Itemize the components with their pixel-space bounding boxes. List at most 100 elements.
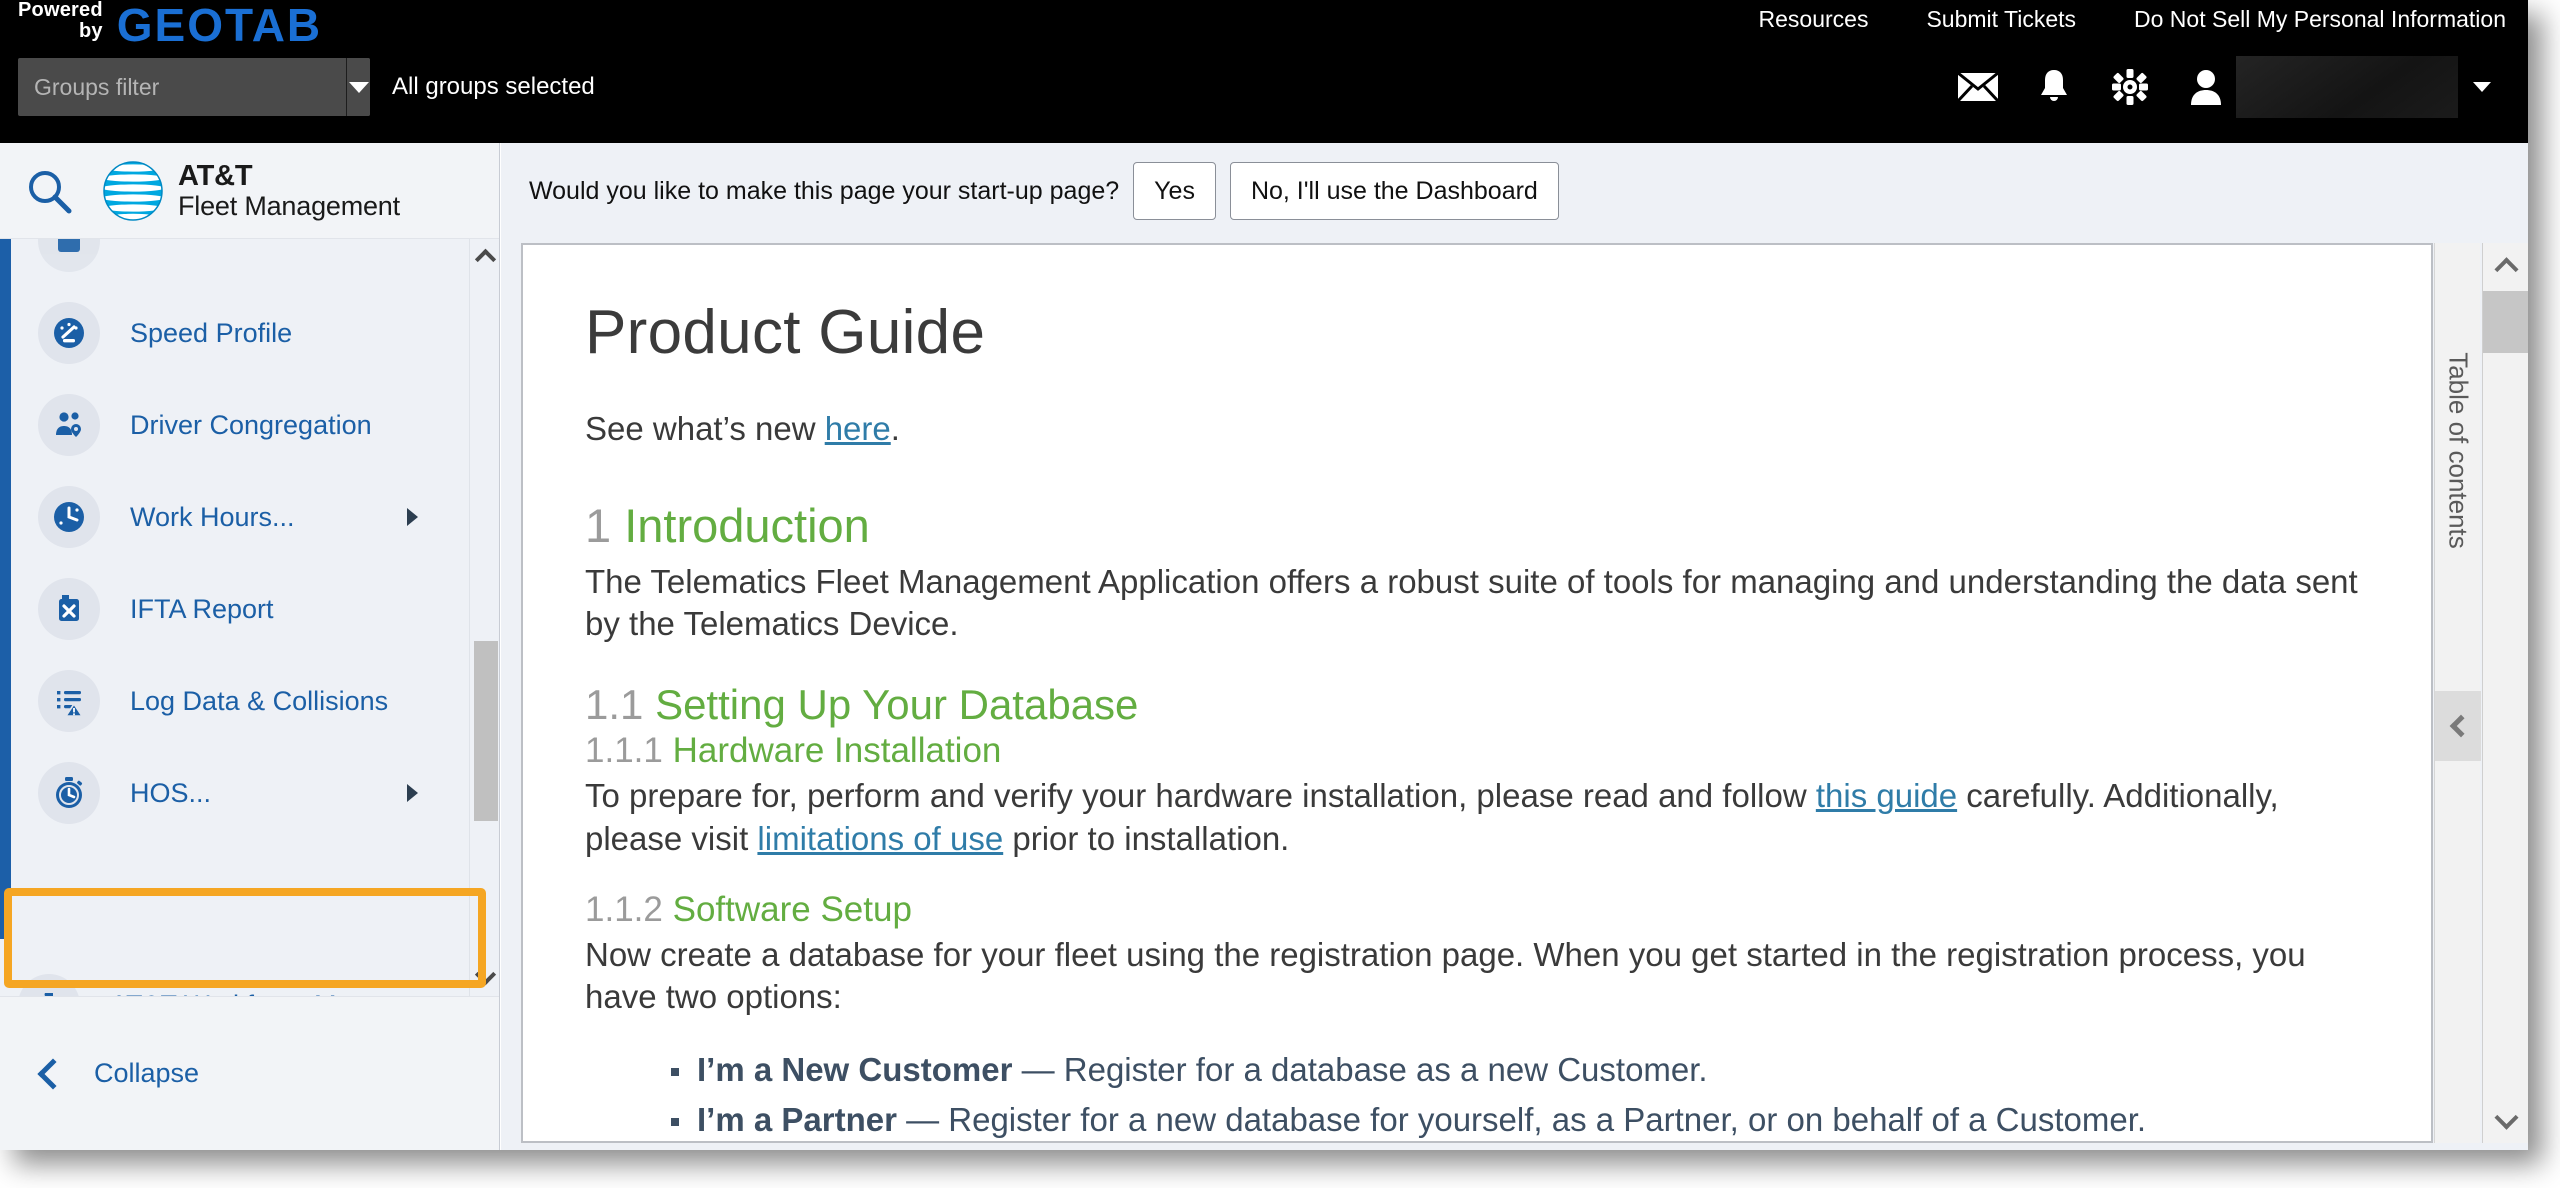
table-of-contents-rail[interactable]: Table of contents xyxy=(2434,243,2481,1143)
section-title: Hardware Installation xyxy=(672,731,1002,771)
link-resources[interactable]: Resources xyxy=(1759,6,1869,33)
sidebar-scrollbar-thumb[interactable] xyxy=(474,641,498,821)
geotab-wordmark: GEOTAB xyxy=(116,0,323,51)
section-heading-1: 1 Introduction xyxy=(585,498,2361,553)
submenu-arrow-icon xyxy=(407,784,418,802)
list-item: I’m a New Customer — Register for a data… xyxy=(671,1048,2361,1092)
att-logo-text: AT&T Fleet Management xyxy=(178,161,400,220)
mail-icon[interactable] xyxy=(1940,56,2016,118)
section-title: Introduction xyxy=(624,499,870,552)
att-product-name: Fleet Management xyxy=(178,190,400,221)
fuel-can-icon xyxy=(38,578,100,640)
list-item-bold: I’m a New Customer xyxy=(697,1051,1013,1089)
section-number: 1.1.2 xyxy=(585,889,663,929)
chevron-up-icon xyxy=(474,248,496,270)
user-icon[interactable] xyxy=(2168,56,2244,118)
sidebar-item-hos[interactable]: HOS... xyxy=(0,747,470,839)
section-1-1-2-paragraph: Now create a database for your fleet usi… xyxy=(585,935,2306,1016)
document-viewer-panel: Product Guide See what’s new here. 1 Int… xyxy=(521,243,2433,1143)
sidebar-item-label: Driver Congregation xyxy=(130,409,372,440)
section-heading-1-1-1: 1.1.1 Hardware Installation xyxy=(585,731,2361,771)
sidebar-item-label: IFTA Report xyxy=(130,593,274,624)
sidebar-menu-scroll-region: Speed Profile Driver Congregation Work H… xyxy=(0,239,499,996)
chevron-down-icon xyxy=(348,81,369,93)
sidebar-pinned-section: AT&T Workforce Manager Engine & Maintena… xyxy=(0,959,499,996)
att-globe-icon xyxy=(103,160,163,221)
groups-filter-input[interactable] xyxy=(18,58,346,116)
startup-no-button[interactable]: No, I'll use the Dashboard xyxy=(1229,162,1559,220)
clipped-icon xyxy=(38,239,100,272)
bell-icon[interactable] xyxy=(2016,56,2092,118)
whats-new-suffix: . xyxy=(890,410,900,447)
document-scroll-down-button[interactable] xyxy=(2483,1097,2528,1143)
section-heading-1-1-2: 1.1.2 Software Setup xyxy=(585,890,2361,930)
stopwatch-icon xyxy=(38,762,100,824)
user-name-redacted xyxy=(2236,56,2458,118)
sidebar-item-label: Work Hours... xyxy=(130,501,295,532)
powered-by-line2: by xyxy=(79,20,103,42)
section-number: 1.1.1 xyxy=(585,731,663,771)
sidebar-header: AT&T Fleet Management xyxy=(0,143,499,239)
this-guide-link[interactable]: this guide xyxy=(1816,777,1957,814)
section-title: Setting Up Your Database xyxy=(655,681,1139,729)
document-scrollbar[interactable] xyxy=(2482,243,2528,1143)
sidebar-collapse-button[interactable]: Collapse xyxy=(0,996,499,1150)
chevron-left-icon xyxy=(37,1057,69,1090)
sidebar-item-label: Log Data & Collisions xyxy=(130,685,389,716)
powered-by-label: Powered by xyxy=(18,0,103,48)
document-scroll-up-button[interactable] xyxy=(2483,243,2528,289)
sidebar-scrollbar[interactable] xyxy=(469,239,499,996)
startup-yes-button[interactable]: Yes xyxy=(1133,162,1216,220)
sidebar-scroll-up-button[interactable] xyxy=(470,239,500,273)
user-menu-dropdown-button[interactable] xyxy=(2458,56,2506,118)
speedometer-icon xyxy=(38,302,100,364)
collapse-label: Collapse xyxy=(94,1058,200,1088)
clock-icon xyxy=(38,486,100,548)
sidebar-item-label: Speed Profile xyxy=(130,317,293,348)
groups-filter-control[interactable] xyxy=(18,58,370,116)
whats-new-link[interactable]: here xyxy=(825,410,891,447)
para-part-3: prior to installation. xyxy=(1003,819,1290,857)
whats-new-prefix: See what’s new xyxy=(585,410,825,447)
list-item-rest: — Register for a database as a new Custo… xyxy=(1012,1051,1708,1089)
groups-selected-label: All groups selected xyxy=(392,73,595,100)
brand-lockup: Powered by GEOTAB xyxy=(18,0,322,48)
left-sidebar: AT&T Fleet Management Speed Profile Driv… xyxy=(0,143,500,1150)
document-content: Product Guide See what’s new here. 1 Int… xyxy=(523,245,2431,1141)
table-of-contents-label: Table of contents xyxy=(2443,352,2473,549)
powered-by-line1: Powered xyxy=(18,0,103,21)
gear-icon[interactable] xyxy=(2092,56,2168,118)
table-of-contents-collapse-button[interactable] xyxy=(2435,691,2481,761)
sidebar-item-work-hours[interactable]: Work Hours... xyxy=(0,471,470,563)
document-scrollbar-thumb[interactable] xyxy=(2483,291,2528,353)
sidebar-item-speed-profile[interactable]: Speed Profile xyxy=(0,287,470,379)
puzzle-icon xyxy=(18,974,80,996)
startup-question-text: Would you like to make this page your st… xyxy=(529,176,1120,205)
para-part-1: To prepare for, perform and verify your … xyxy=(585,777,1816,815)
top-header-bar: Powered by GEOTAB Resources Submit Ticke… xyxy=(0,0,2528,143)
search-icon[interactable] xyxy=(22,164,76,218)
chevron-down-icon xyxy=(2493,1105,2519,1130)
section-title: Software Setup xyxy=(672,889,912,929)
options-list: I’m a New Customer — Register for a data… xyxy=(671,1048,2361,1141)
limitations-of-use-link[interactable]: limitations of use xyxy=(757,820,1003,857)
sidebar-item-log-data-collisions[interactable]: Log Data & Collisions xyxy=(0,655,470,747)
chevron-left-icon xyxy=(2449,714,2472,738)
sidebar-item-driver-congregation[interactable]: Driver Congregation xyxy=(0,379,470,471)
chevron-up-icon xyxy=(2493,256,2519,281)
sidebar-scroll-down-button[interactable] xyxy=(470,960,500,994)
sidebar-item-label: HOS... xyxy=(130,777,212,808)
sidebar-menu-list: Speed Profile Driver Congregation Work H… xyxy=(0,239,470,839)
sidebar-item-att-workforce-manager[interactable]: AT&T Workforce Manager xyxy=(0,959,499,996)
sidebar-item-clipped-above[interactable] xyxy=(0,239,470,287)
groups-filter-dropdown-button[interactable] xyxy=(346,58,370,116)
section-number: 1 xyxy=(585,499,612,552)
chevron-down-icon xyxy=(2473,82,2491,92)
list-item-bold: I’m a Partner xyxy=(697,1100,897,1138)
link-do-not-sell[interactable]: Do Not Sell My Personal Information xyxy=(2134,6,2506,33)
link-submit-tickets[interactable]: Submit Tickets xyxy=(1926,6,2076,33)
startup-page-banner: Would you like to make this page your st… xyxy=(501,143,2528,239)
sidebar-item-ifta-report[interactable]: IFTA Report xyxy=(0,563,470,655)
section-number: 1.1 xyxy=(585,681,644,729)
chevron-down-icon xyxy=(474,963,496,985)
